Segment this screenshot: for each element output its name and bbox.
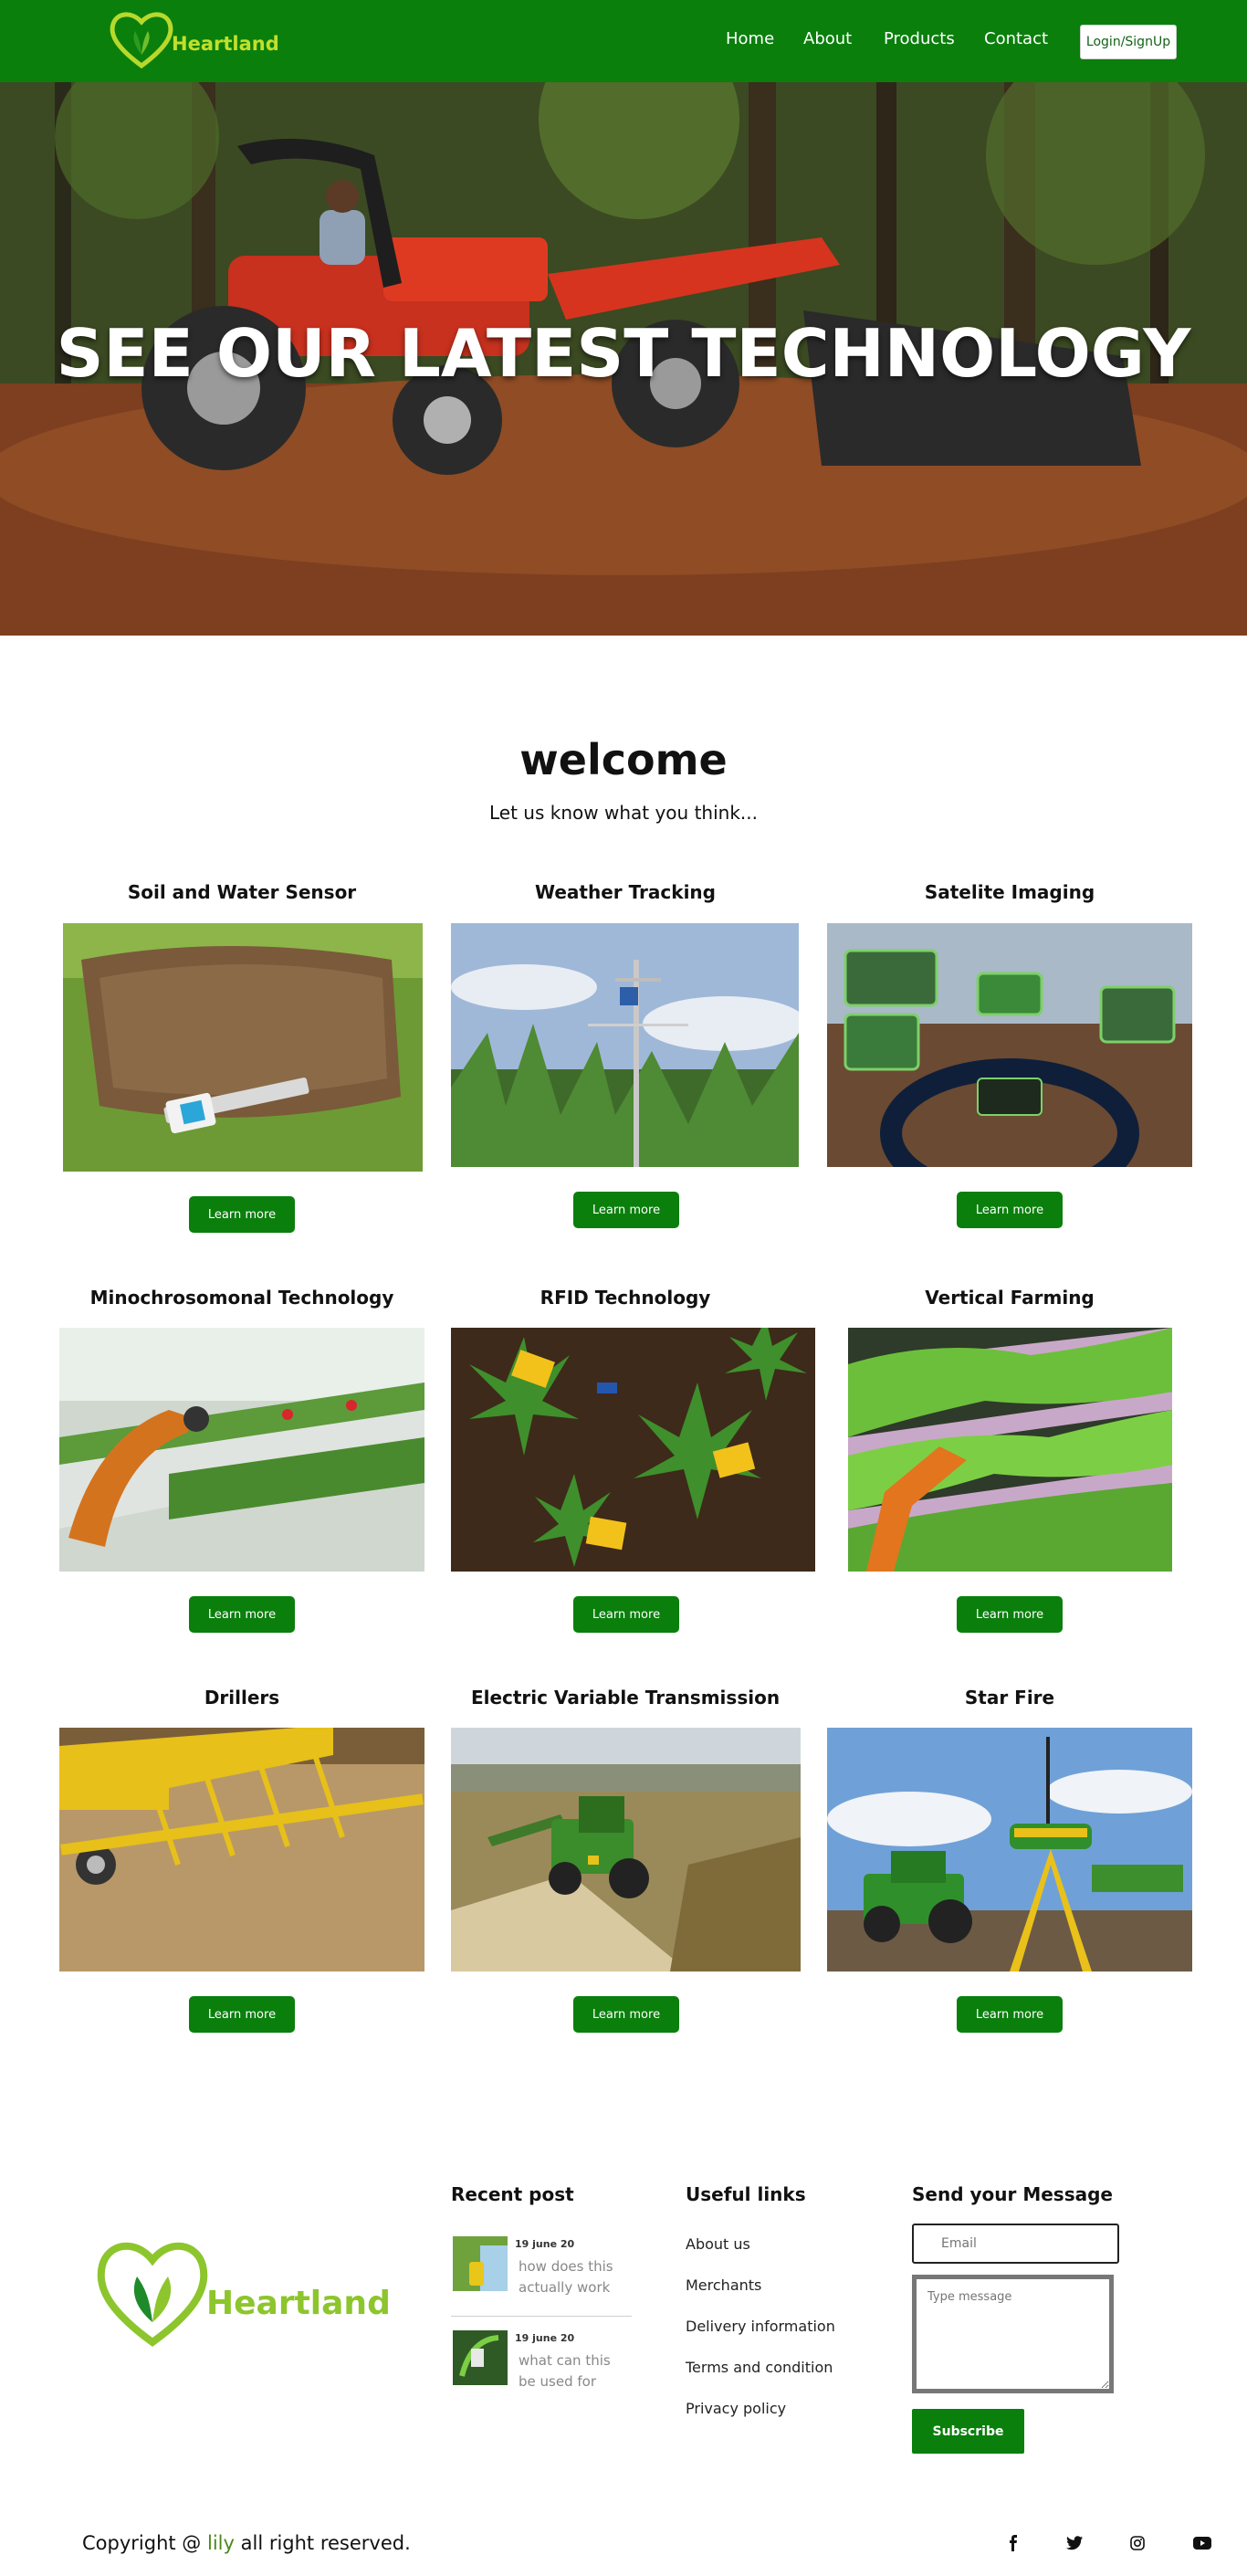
- post-date: 19 june 20: [515, 2238, 575, 2250]
- nav-home[interactable]: Home: [726, 29, 774, 48]
- heart-leaf-icon: [110, 12, 173, 69]
- card-title-rfid: RFID Technology: [540, 1287, 711, 1309]
- link-merchants[interactable]: Merchants: [686, 2276, 761, 2294]
- link-delivery-information[interactable]: Delivery information: [686, 2318, 835, 2335]
- nav-about[interactable]: About: [803, 29, 852, 48]
- card-title-star-fire: Star Fire: [964, 1687, 1055, 1709]
- recent-post-item[interactable]: 19 june 20 how does this actually work: [451, 2231, 634, 2298]
- recent-post-item[interactable]: 19 june 20 what can this be used for: [451, 2325, 634, 2392]
- post-title[interactable]: what can this be used for: [519, 2350, 628, 2392]
- post-thumbnail: [453, 2236, 508, 2291]
- learn-more-button[interactable]: Learn more: [189, 1596, 295, 1633]
- hero-banner: SEE OUR LATEST TECHNOLOGY: [0, 82, 1247, 636]
- learn-more-button[interactable]: Learn more: [189, 1196, 295, 1233]
- twitter-icon[interactable]: [1062, 2530, 1087, 2556]
- card-title-soil-sensor: Soil and Water Sensor: [127, 881, 357, 903]
- navbar: Heartland Home About Products Contact Lo…: [0, 0, 1247, 82]
- card-title-drillers: Drillers: [204, 1687, 280, 1709]
- learn-more-button[interactable]: Learn more: [957, 1192, 1063, 1228]
- useful-links-heading: Useful links: [686, 2183, 806, 2205]
- heart-leaf-icon: [97, 2242, 208, 2347]
- recent-post-heading: Recent post: [451, 2183, 574, 2205]
- link-privacy-policy[interactable]: Privacy policy: [686, 2400, 786, 2417]
- nav-products[interactable]: Products: [884, 29, 955, 48]
- instagram-icon[interactable]: [1125, 2530, 1150, 2556]
- card-title-evt: Electric Variable Transmission: [470, 1687, 781, 1709]
- post-title[interactable]: how does this actually work: [519, 2256, 628, 2298]
- soil-sensor-image: [63, 923, 423, 1172]
- email-field[interactable]: [912, 2224, 1119, 2264]
- electric-variable-transmission-image: [451, 1728, 801, 1971]
- youtube-icon[interactable]: [1189, 2530, 1215, 2556]
- card-title-vertical-farming: Vertical Farming: [925, 1287, 1095, 1309]
- login-signup-button[interactable]: Login/SignUp: [1080, 25, 1177, 59]
- copyright-name[interactable]: lily: [207, 2532, 235, 2554]
- link-terms-and-condition[interactable]: Terms and condition: [686, 2359, 833, 2376]
- learn-more-button[interactable]: Learn more: [189, 1996, 295, 2033]
- rfid-technology-image: [451, 1328, 815, 1572]
- card-title-weather-tracking: Weather Tracking: [535, 881, 716, 903]
- post-date: 19 june 20: [515, 2332, 575, 2344]
- message-field[interactable]: [912, 2275, 1114, 2393]
- send-message-heading: Send your Message: [912, 2183, 1113, 2205]
- brand-logo[interactable]: Heartland: [108, 7, 281, 71]
- satellite-imaging-image: [827, 923, 1192, 1167]
- subscribe-button[interactable]: Subscribe: [912, 2409, 1024, 2454]
- brand-name: Heartland: [172, 33, 279, 55]
- minochrosomonal-image: [59, 1328, 424, 1572]
- hero-title: SEE OUR LATEST TECHNOLOGY: [56, 315, 1191, 392]
- post-divider: [451, 2316, 632, 2317]
- facebook-icon[interactable]: [1001, 2530, 1026, 2556]
- vertical-farming-image: [848, 1328, 1172, 1572]
- link-about-us[interactable]: About us: [686, 2235, 750, 2253]
- copyright-suffix: all right reserved.: [240, 2532, 411, 2554]
- post-thumbnail: [453, 2330, 508, 2385]
- learn-more-button[interactable]: Learn more: [573, 1192, 679, 1228]
- copyright-prefix: Copyright @: [82, 2532, 202, 2554]
- star-fire-image: [827, 1728, 1192, 1971]
- learn-more-button[interactable]: Learn more: [957, 1596, 1063, 1633]
- copyright: Copyright @ lily all right reserved.: [82, 2532, 411, 2554]
- learn-more-button[interactable]: Learn more: [957, 1996, 1063, 2033]
- card-title-minochrosomonal: Minochrosomonal Technology: [89, 1287, 394, 1309]
- learn-more-button[interactable]: Learn more: [573, 1996, 679, 2033]
- nav-contact[interactable]: Contact: [984, 29, 1048, 48]
- welcome-title: welcome: [519, 735, 728, 784]
- footer-logo[interactable]: Heartland: [93, 2233, 394, 2351]
- footer-brand-name: Heartland: [206, 2285, 391, 2322]
- weather-tracking-image: [451, 923, 799, 1167]
- drillers-image: [59, 1728, 424, 1971]
- card-title-satellite-imaging: Satelite Imaging: [924, 881, 1095, 903]
- learn-more-button[interactable]: Learn more: [573, 1596, 679, 1633]
- welcome-subtitle: Let us know what you think...: [489, 802, 758, 824]
